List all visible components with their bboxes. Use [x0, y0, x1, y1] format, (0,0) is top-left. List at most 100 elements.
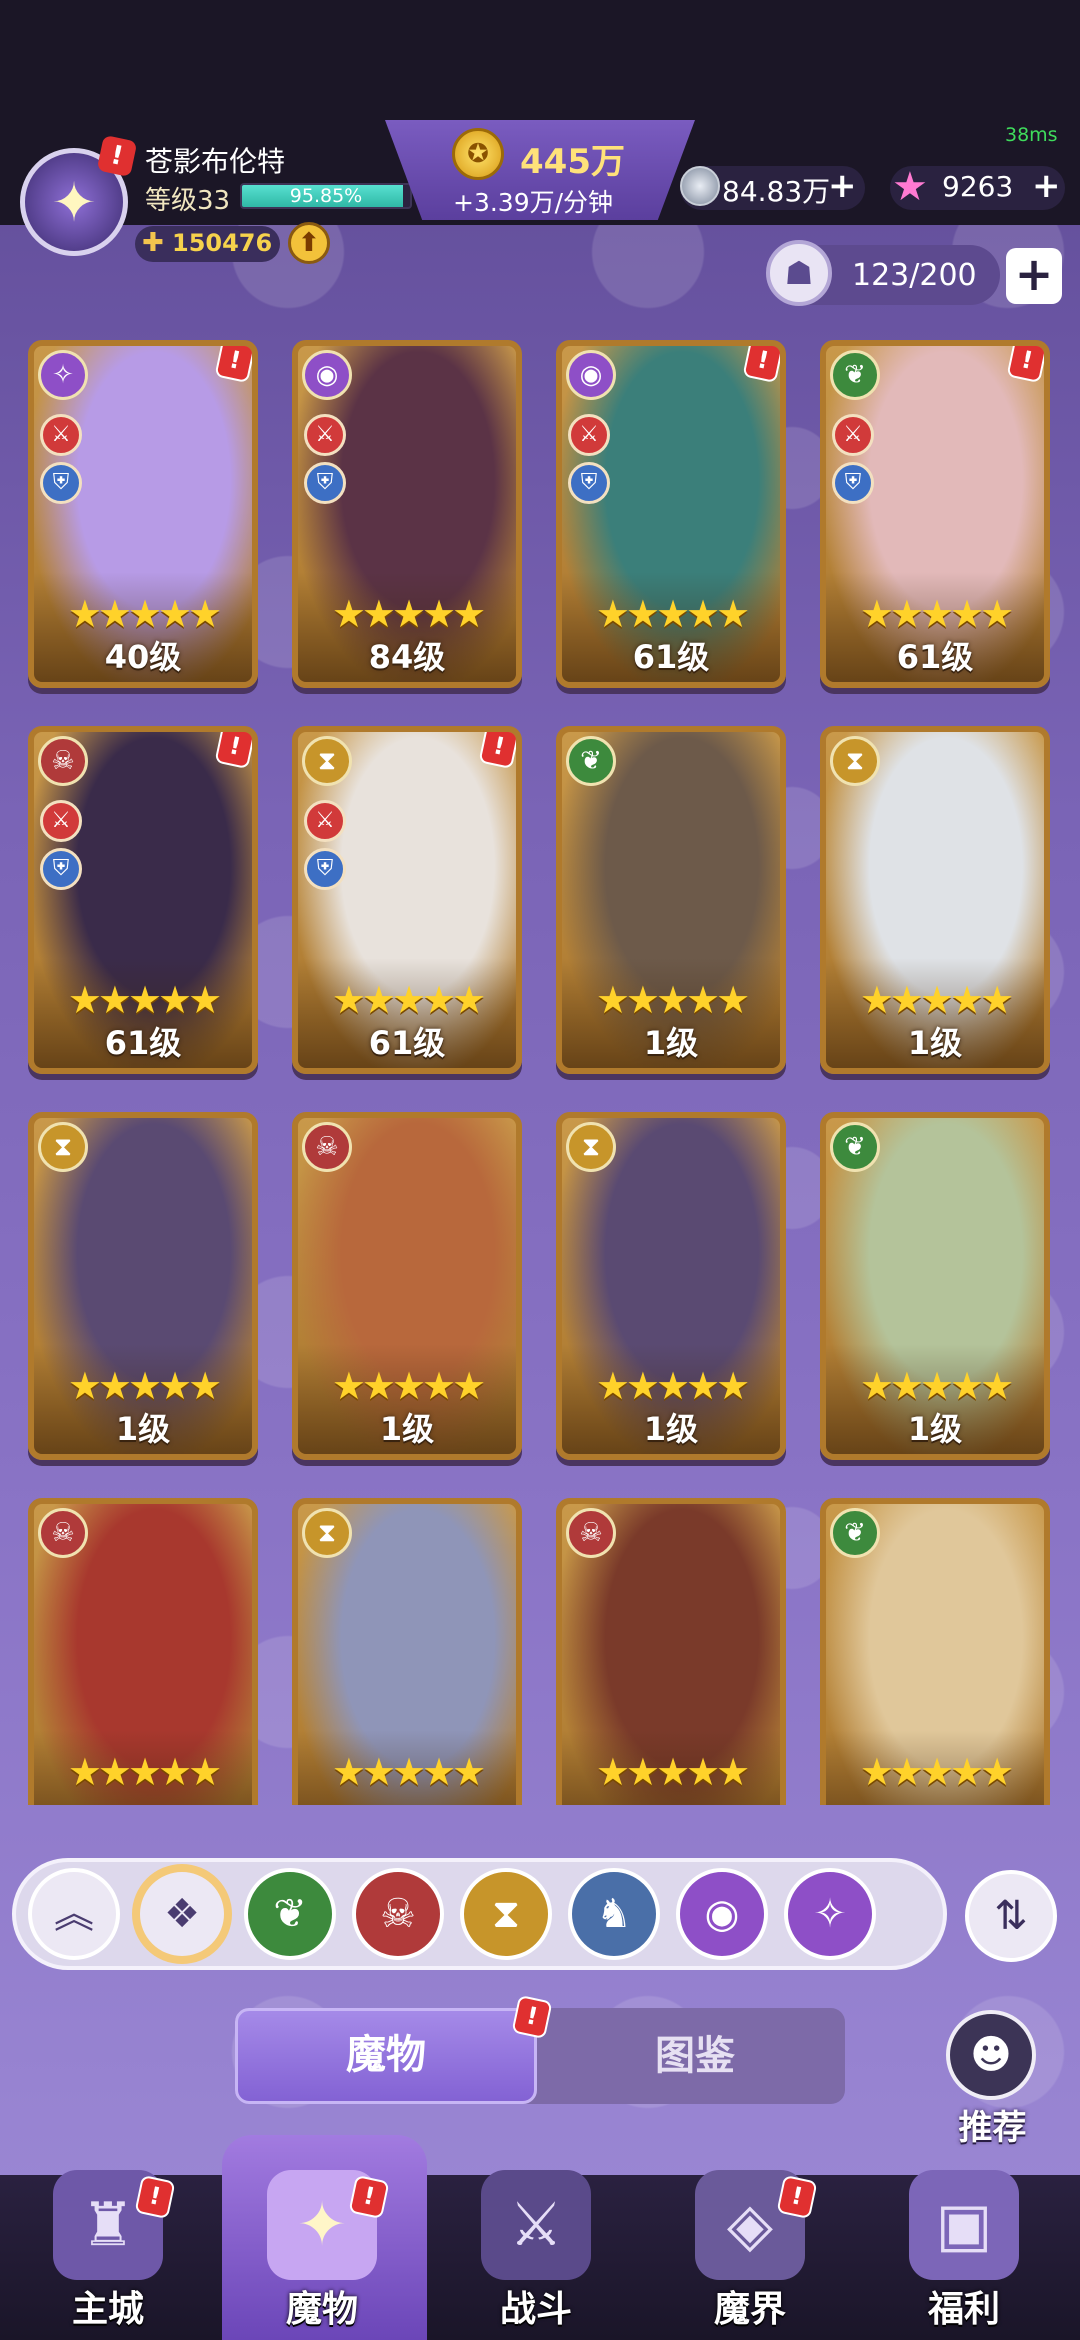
eye-icon: ◉ [566, 350, 616, 400]
nav-item-0[interactable]: ♜ 主城! [8, 2130, 208, 2340]
monster-card[interactable]: ✧ ⚔ ⛨! ★★★★★ 40级 [28, 340, 258, 688]
hourglass-icon: ⧗ [302, 736, 352, 786]
silver-coin-icon [680, 166, 720, 206]
eye-icon: ◉ [704, 1891, 740, 1937]
monster-level: 61级 [368, 1024, 446, 1062]
nav-item-3[interactable]: ◈ 魔界! [650, 2130, 850, 2340]
star-rating: ★★★★★ [595, 978, 750, 1022]
treasure-chest-icon: ▣ [909, 2170, 1019, 2280]
leaf-icon: ❦ [830, 1122, 880, 1172]
star-rating: ★★★★★ [595, 1750, 750, 1794]
monster-card[interactable]: ❦ ★★★★★ 1级 [820, 1112, 1050, 1460]
filter-forest-button[interactable]: ❦ [244, 1868, 336, 1960]
shield-icon: ⛨ [304, 848, 346, 890]
filter-all-button[interactable]: ❖ [136, 1868, 228, 1960]
hourglass-icon: ⧗ [830, 736, 880, 786]
team-icon: ☻ [970, 2032, 1012, 2078]
monster-card[interactable]: ⧗ ★★★★★ 1级 [820, 726, 1050, 1074]
filter-collapse-button[interactable]: ︽ [28, 1868, 120, 1960]
filter-demon-button[interactable]: ☠ [352, 1868, 444, 1960]
star-gem-icon: ★ [892, 164, 928, 210]
diamond-grid-icon: ❖ [164, 1891, 200, 1937]
leaf-icon: ❦ [566, 736, 616, 786]
monster-card[interactable]: ◉ ⚔ ⛨! ★★★★★ 61级 [556, 340, 786, 688]
monster-level: 61级 [632, 638, 710, 676]
nav-item-4[interactable]: ▣ 福利 [864, 2130, 1064, 2340]
double-chevron-up-icon: ︽ [54, 1891, 94, 1937]
player-name: 苍影布伦特 [145, 145, 286, 178]
monster-card[interactable]: ◉ ⚔ ⛨ ★★★★★ 84级 [292, 340, 522, 688]
ping-readout: 38ms [1005, 124, 1058, 146]
monster-card[interactable]: ☠ ⚔ ⛨! ★★★★★ 61级 [28, 726, 258, 1074]
power-value: 150476 [172, 229, 273, 257]
monster-card[interactable]: ⧗ ★★★★★ 1级 [28, 1112, 258, 1460]
monster-card[interactable]: ❦ ★★★★★ [820, 1498, 1050, 1805]
nav-alert-badge: ! [776, 2174, 818, 2220]
monster-card[interactable]: ❦ ★★★★★ 1级 [556, 726, 786, 1074]
filter-dragon-button[interactable]: ♞ [568, 1868, 660, 1960]
leaf-icon: ❦ [830, 1508, 880, 1558]
star-add-button[interactable]: + [1032, 166, 1061, 206]
demon-icon: ☠ [566, 1508, 616, 1558]
star-rating: ★★★★★ [595, 592, 750, 636]
filter-swirl-button[interactable]: ✧ [784, 1868, 876, 1960]
capacity-value: 123/200 [852, 258, 977, 293]
silver-add-button[interactable]: + [828, 166, 857, 206]
monster-card[interactable]: ⧗ ★★★★★ 1级 [556, 1112, 786, 1460]
star-rating: ★★★★★ [859, 1750, 1014, 1794]
star-rating: ★★★★★ [67, 1750, 222, 1794]
sword-shield-icon: ⚔ [481, 2170, 591, 2280]
power-up-button[interactable]: ⬆ [288, 222, 330, 264]
monster-level: 61级 [104, 1024, 182, 1062]
nav-label: 福利 [927, 2289, 1000, 2330]
arrow-up-icon: ⬆ [298, 228, 320, 258]
monster-card[interactable]: ❦ ⚔ ⛨! ★★★★★ 61级 [820, 340, 1050, 688]
filter-eye-button[interactable]: ◉ [676, 1868, 768, 1960]
recommend-button[interactable]: ☻ [946, 2010, 1036, 2100]
attack-icon: ⚔ [304, 414, 346, 456]
demon-icon: ☠ [380, 1891, 416, 1937]
monster-level: 1级 [643, 1410, 699, 1448]
monster-card[interactable]: ☠ ★★★★★ [28, 1498, 258, 1805]
hourglass-icon: ⧗ [566, 1122, 616, 1172]
demon-icon: ☠ [38, 736, 88, 786]
monster-card[interactable]: ☠ ★★★★★ [556, 1498, 786, 1805]
shield-icon: ⛨ [304, 462, 346, 504]
monster-card[interactable]: ☠ ★★★★★ 1级 [292, 1112, 522, 1460]
filter-time-button[interactable]: ⧗ [460, 1868, 552, 1960]
sort-button[interactable]: ⇅ [965, 1870, 1057, 1962]
silver-value: 84.83万 [722, 175, 831, 208]
nav-label: 魔界 [713, 2289, 786, 2330]
gold-value: 445万 [520, 142, 625, 182]
shield-icon: ⛨ [40, 462, 82, 504]
nav-alert-badge: ! [348, 2174, 390, 2220]
exp-percent: 95.85% [289, 185, 363, 207]
gold-rate: +3.39万/分钟 [453, 188, 614, 217]
gold-coin-icon: ✪ [452, 128, 504, 180]
nav-item-2[interactable]: ⚔ 战斗 [436, 2130, 636, 2340]
star-rating: ★★★★★ [859, 592, 1014, 636]
star-rating: ★★★★★ [67, 978, 222, 1022]
monster-level: 84级 [368, 638, 446, 676]
star-rating: ★★★★★ [331, 978, 486, 1022]
monster-level: 40级 [104, 638, 182, 676]
capacity-add-button[interactable]: + [1006, 248, 1062, 304]
attack-icon: ⚔ [40, 800, 82, 842]
nav-label: 主城 [71, 2289, 144, 2330]
monster-grid[interactable]: ✧ ⚔ ⛨! ★★★★★ 40级 ◉ ⚔ ⛨ ★★★★★ 84级 ◉ ⚔ ⛨! ★★★★★ 61级 ❦ ⚔ ⛨! ★… [28, 340, 1058, 1805]
demon-icon: ☠ [302, 1122, 352, 1172]
monster-card[interactable]: ⧗ ★★★★★ [292, 1498, 522, 1805]
monster-level: 1级 [643, 1024, 699, 1062]
attack-icon: ⚔ [568, 414, 610, 456]
star-rating: ★★★★★ [67, 592, 222, 636]
star-rating: ★★★★★ [67, 1364, 222, 1408]
dragon-icon: ♞ [596, 1891, 632, 1937]
tab-codex[interactable]: 图鉴 [545, 2008, 845, 2104]
monster-card[interactable]: ⧗ ⚔ ⛨! ★★★★★ 61级 [292, 726, 522, 1074]
monster-level: 1级 [115, 1410, 171, 1448]
attack-icon: ⚔ [304, 800, 346, 842]
tab-monsters[interactable]: 魔物 [235, 2008, 537, 2104]
winged-star-icon: ✦ [51, 170, 97, 234]
nav-item-1[interactable]: ✦ 魔物! [222, 2130, 422, 2340]
leaf-icon: ❦ [273, 1891, 307, 1937]
